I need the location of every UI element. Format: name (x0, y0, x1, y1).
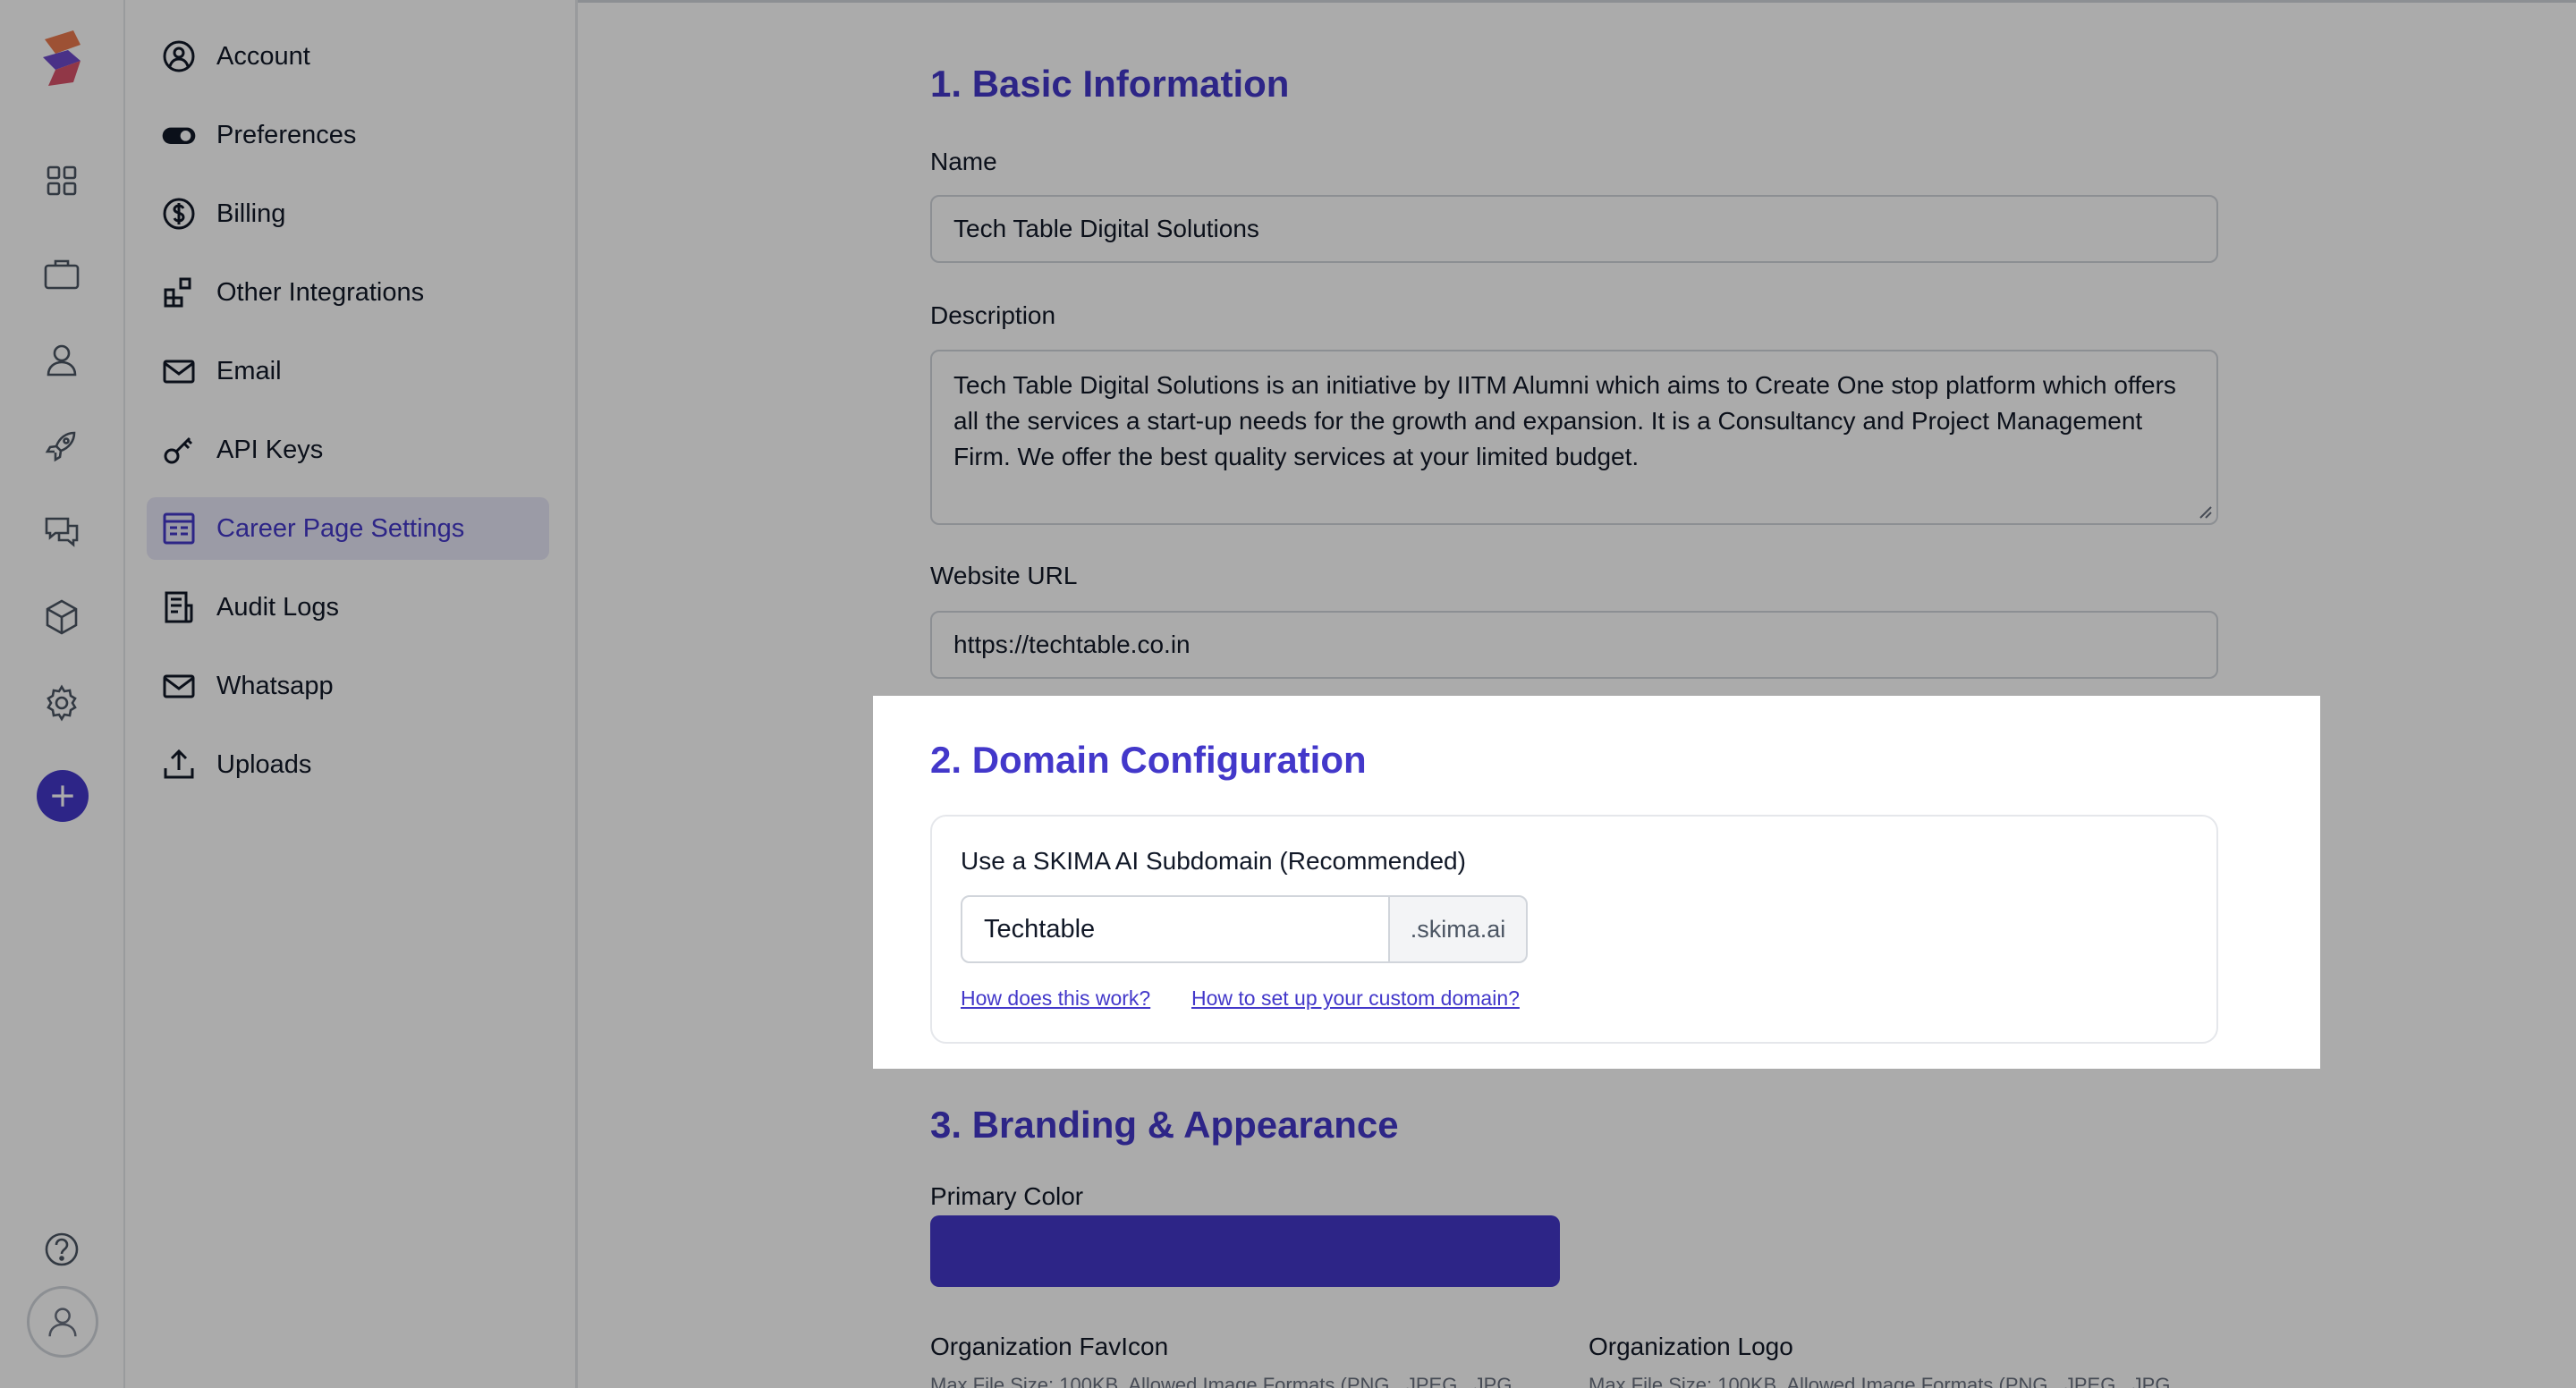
integrations-icon (159, 273, 199, 312)
logo-label: Organization Logo (1589, 1333, 1793, 1360)
toggle-icon (159, 115, 199, 155)
menu-item-email[interactable]: Email (147, 340, 549, 402)
description-textarea[interactable]: Tech Table Digital Solutions is an initi… (930, 350, 2218, 525)
key-icon (159, 430, 199, 470)
menu-item-label: Uploads (216, 749, 312, 779)
settings-icon[interactable] (40, 681, 83, 724)
resize-handle-icon[interactable] (2197, 504, 2213, 520)
menu-item-uploads[interactable]: Uploads (147, 733, 549, 796)
briefcase-icon[interactable] (40, 252, 83, 295)
section-title-branding: 3. Branding & Appearance (930, 1104, 1399, 1146)
section-title-basic-information: 1. Basic Information (930, 63, 1290, 105)
menu-item-label: Preferences (216, 120, 357, 149)
subdomain-option-label: Use a SKIMA AI Subdomain (Recommended) (961, 847, 1466, 875)
dashboard-icon[interactable] (40, 159, 83, 202)
website-url-label: Website URL (930, 562, 1078, 589)
how-does-this-work-link[interactable]: How does this work? (961, 986, 1150, 1011)
mail-icon (159, 351, 199, 391)
mail-icon (159, 666, 199, 706)
favicon-label: Organization FavIcon (930, 1333, 1169, 1360)
cube-icon[interactable] (40, 596, 83, 639)
menu-item-label: API Keys (216, 435, 324, 464)
name-label: Name (930, 148, 997, 175)
favicon-hint: Max File Size: 100KB, Allowed Image Form… (930, 1374, 1513, 1388)
menu-item-audit-logs[interactable]: Audit Logs (147, 576, 549, 639)
menu-item-label: Career Page Settings (216, 513, 465, 543)
dollar-icon (159, 194, 199, 233)
settings-menu: Account Preferences Billing Other Integr… (125, 0, 578, 1388)
subdomain-suffix: .skima.ai (1388, 895, 1528, 963)
section-title-domain-configuration: 2. Domain Configuration (930, 739, 1367, 781)
user-icon[interactable] (40, 338, 83, 381)
logo-hint: Max File Size: 100KB, Allowed Image Form… (1589, 1374, 2171, 1388)
menu-item-label: Whatsapp (216, 671, 334, 700)
menu-item-billing[interactable]: Billing (147, 182, 549, 245)
account-circle-icon (159, 37, 199, 76)
icon-rail (0, 0, 125, 1388)
custom-domain-help-link[interactable]: How to set up your custom domain? (1191, 986, 1520, 1011)
menu-item-career-page-settings[interactable]: Career Page Settings (147, 497, 549, 560)
subdomain-card: Use a SKIMA AI Subdomain (Recommended) T… (930, 815, 2218, 1044)
menu-item-label: Other Integrations (216, 277, 425, 307)
website-url-input[interactable]: https://techtable.co.in (930, 611, 2218, 679)
app-logo[interactable] (29, 27, 95, 89)
description-text: Tech Table Digital Solutions is an initi… (953, 371, 2176, 470)
description-label: Description (930, 301, 1056, 329)
subdomain-input[interactable]: Techtable (961, 895, 1390, 963)
chat-icon[interactable] (40, 510, 83, 553)
help-icon[interactable] (40, 1228, 83, 1271)
menu-item-other-integrations[interactable]: Other Integrations (147, 261, 549, 324)
menu-item-preferences[interactable]: Preferences (147, 104, 549, 166)
add-icon[interactable] (37, 770, 89, 822)
menu-item-account[interactable]: Account (147, 25, 549, 88)
menu-item-api-keys[interactable]: API Keys (147, 419, 549, 481)
menu-item-label: Billing (216, 199, 286, 228)
career-page-icon (159, 509, 199, 548)
primary-color-label: Primary Color (930, 1182, 1084, 1210)
menu-item-label: Account (216, 41, 310, 71)
menu-item-label: Audit Logs (216, 592, 340, 622)
name-input[interactable]: Tech Table Digital Solutions (930, 195, 2218, 263)
upload-icon (159, 745, 199, 784)
profile-avatar-icon[interactable] (27, 1286, 98, 1358)
menu-item-label: Email (216, 356, 282, 385)
primary-color-swatch[interactable] (930, 1215, 1560, 1287)
rocket-icon[interactable] (40, 424, 83, 467)
menu-item-whatsapp[interactable]: Whatsapp (147, 655, 549, 717)
document-icon (159, 588, 199, 627)
